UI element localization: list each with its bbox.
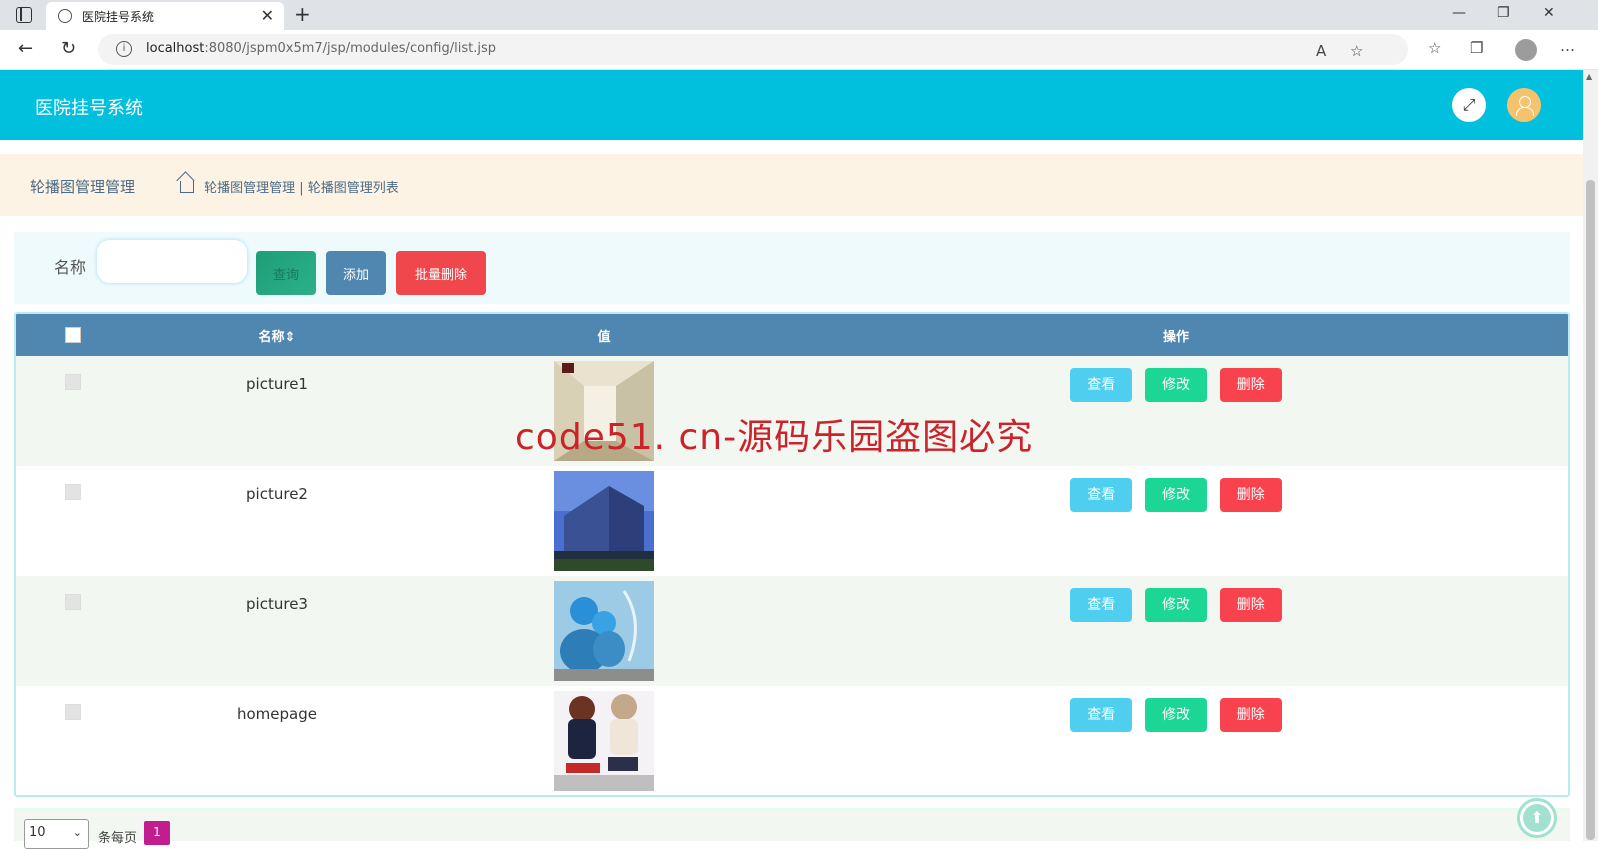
arrow-up-icon: ⬆	[1523, 804, 1551, 832]
anime-image	[554, 691, 654, 791]
building-image	[554, 471, 654, 571]
table-header-row: 名称⇕ 值 操作	[16, 314, 1568, 356]
delete-button[interactable]: 删除	[1219, 478, 1282, 512]
edit-button[interactable]: 修改	[1145, 478, 1207, 512]
url-field[interactable]: i localhost:8080/jspm0x5m7/jsp/modules/c…	[98, 34, 1408, 65]
table-row: homepage 查看 修改 删除	[16, 686, 1568, 795]
row-checkbox[interactable]	[65, 594, 81, 610]
browser-tab-bar: 医院挂号系统 ✕ + — ❐ ✕	[0, 0, 1598, 30]
row-checkbox[interactable]	[65, 704, 81, 720]
read-aloud-icon[interactable]: A	[1316, 42, 1326, 60]
delete-button[interactable]: 删除	[1219, 698, 1282, 732]
chevron-down-icon: ⌄	[72, 826, 82, 839]
scroll-up-icon[interactable]: ▲	[1586, 72, 1592, 81]
table-row: picture2 查看 修改 删除	[16, 466, 1568, 576]
page-size-value: 10	[29, 825, 46, 840]
breadcrumb-bar: 轮播图管理管理 轮播图管理管理 | 轮播图管理列表	[0, 154, 1583, 216]
column-name[interactable]: 名称⇕	[130, 314, 424, 356]
row-name: picture3	[246, 595, 308, 613]
pagination: 10 ⌄ 条每页 1	[14, 808, 1570, 849]
app-header: 医院挂号系统 ⤢	[0, 70, 1583, 140]
home-icon[interactable]	[180, 181, 194, 193]
profile-avatar[interactable]	[1515, 39, 1537, 61]
view-button[interactable]: 查看	[1070, 478, 1133, 512]
user-avatar-icon[interactable]	[1507, 88, 1541, 122]
scroll-thumb[interactable]	[1586, 180, 1595, 840]
page-size-select[interactable]: 10 ⌄	[24, 819, 89, 849]
tab-actions-icon[interactable]	[16, 7, 32, 23]
select-all-cell	[16, 314, 130, 356]
close-tab-icon[interactable]: ✕	[261, 6, 274, 25]
breadcrumb-path: 轮播图管理管理 | 轮播图管理列表	[204, 181, 399, 196]
restore-icon[interactable]: ❐	[1497, 5, 1510, 21]
add-favorite-icon[interactable]: ☆	[1350, 42, 1363, 60]
query-button[interactable]: 查询	[256, 251, 316, 295]
favorites-icon[interactable]: ☆	[1428, 39, 1441, 57]
row-name: picture2	[246, 485, 308, 503]
column-actions: 操作	[1162, 329, 1189, 345]
row-checkbox[interactable]	[65, 484, 81, 500]
site-favicon-icon	[58, 9, 72, 23]
sort-icon[interactable]: ⇕	[285, 330, 296, 345]
row-checkbox[interactable]	[65, 374, 81, 390]
back-to-top-button[interactable]: ⬆	[1517, 798, 1557, 838]
batch-delete-button[interactable]: 批量删除	[396, 251, 486, 295]
edit-button[interactable]: 修改	[1145, 698, 1207, 732]
data-table: 名称⇕ 值 操作 picture1 查看 修改 删除 picture2 查看 修…	[14, 312, 1570, 797]
delete-button[interactable]: 删除	[1219, 368, 1282, 402]
watermark-text: code51. cn-源码乐园盗图必究	[515, 417, 1034, 458]
edit-button[interactable]: 修改	[1145, 368, 1207, 402]
column-value: 值	[597, 329, 611, 345]
more-menu-icon[interactable]: …	[1560, 37, 1575, 55]
table-row: picture3 查看 修改 删除	[16, 576, 1568, 686]
page-number-button[interactable]: 1	[144, 821, 170, 845]
add-button[interactable]: 添加	[326, 251, 386, 295]
page-scrollbar[interactable]: ▲	[1583, 70, 1598, 841]
back-icon[interactable]: ←	[18, 38, 33, 59]
section-title: 轮播图管理管理	[30, 178, 136, 196]
name-label: 名称	[54, 258, 87, 277]
fullscreen-expand-icon[interactable]: ⤢	[1452, 88, 1486, 122]
row-name: picture1	[246, 375, 308, 393]
refresh-icon[interactable]: ↻	[61, 38, 76, 59]
window-close-icon[interactable]: ✕	[1543, 5, 1555, 21]
site-info-icon[interactable]: i	[116, 41, 132, 57]
new-tab-icon[interactable]: +	[294, 2, 311, 26]
collections-icon[interactable]: ❐	[1470, 39, 1483, 57]
app-title: 医院挂号系统	[35, 98, 143, 119]
search-panel: 名称 查询 添加 批量删除	[14, 232, 1570, 304]
minimize-icon[interactable]: —	[1452, 5, 1466, 21]
delete-button[interactable]: 删除	[1219, 588, 1282, 622]
browser-tab[interactable]: 医院挂号系统 ✕	[46, 2, 284, 30]
breadcrumb: 轮播图管理管理 | 轮播图管理列表	[180, 177, 399, 196]
view-button[interactable]: 查看	[1070, 368, 1133, 402]
view-button[interactable]: 查看	[1070, 698, 1133, 732]
row-name: homepage	[237, 705, 317, 723]
url-text: localhost:8080/jspm0x5m7/jsp/modules/con…	[146, 41, 496, 56]
select-all-checkbox[interactable]	[65, 327, 81, 343]
name-search-input[interactable]	[96, 239, 248, 284]
tab-title: 医院挂号系统	[82, 10, 155, 24]
doctors-image	[554, 581, 654, 681]
address-bar: ← ↻ i localhost:8080/jspm0x5m7/jsp/modul…	[0, 30, 1598, 70]
edit-button[interactable]: 修改	[1145, 588, 1207, 622]
view-button[interactable]: 查看	[1070, 588, 1133, 622]
per-page-label: 条每页	[98, 831, 138, 846]
